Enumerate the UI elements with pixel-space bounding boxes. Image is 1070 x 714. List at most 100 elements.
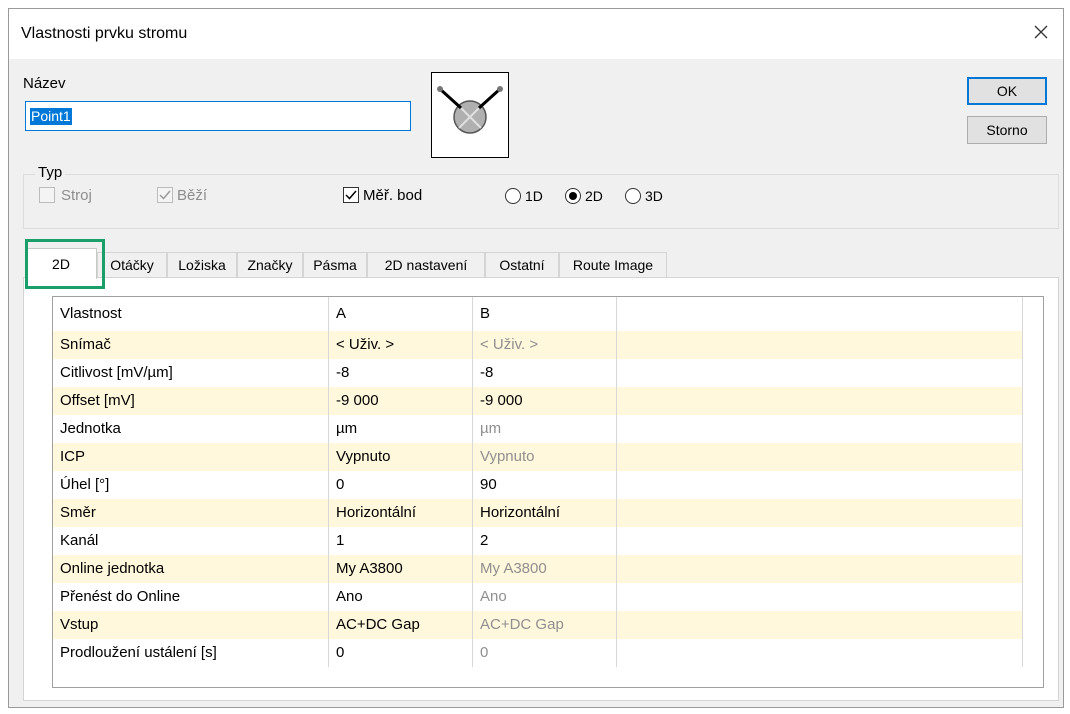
value-a-cell[interactable]: My A3800 (329, 555, 473, 583)
table-row: Přenést do Online Ano Ano (53, 583, 1023, 611)
table-row: ICP Vypnuto Vypnuto (53, 443, 1023, 471)
value-b-cell[interactable]: AC+DC Gap (473, 611, 617, 639)
value-b-cell[interactable]: 0 (473, 639, 617, 667)
radio-1d[interactable] (505, 188, 521, 204)
radio-1d-label: 1D (525, 188, 543, 204)
cancel-button[interactable]: Storno (967, 116, 1047, 144)
table-row: Vstup AC+DC Gap AC+DC Gap (53, 611, 1023, 639)
value-b-cell[interactable]: My A3800 (473, 555, 617, 583)
tab-2d-nastaveni[interactable]: 2D nastavení (367, 252, 485, 278)
bezi-checkbox[interactable] (157, 187, 173, 203)
name-label: Název (23, 75, 66, 92)
header-empty (617, 297, 1023, 331)
property-name-cell: Offset [mV] (53, 387, 329, 415)
properties-dialog: Vlastnosti prvku stromu Název Point1 OK … (8, 8, 1064, 708)
property-name-cell: Kanál (53, 527, 329, 555)
property-name-cell: Směr (53, 499, 329, 527)
radio-3d-label: 3D (645, 188, 663, 204)
table-row: Úhel [°] 0 90 (53, 471, 1023, 499)
table-row: Snímač < Uživ. > < Uživ. > (53, 331, 1023, 359)
value-a-cell[interactable]: 0 (329, 639, 473, 667)
window-title: Vlastnosti prvku stromu (21, 25, 188, 42)
annotation-highlight-box (25, 239, 105, 289)
empty-cell (617, 415, 1023, 443)
empty-cell (617, 387, 1023, 415)
tab-ostatni[interactable]: Ostatní (485, 252, 559, 278)
table-row: Offset [mV] -9 000 -9 000 (53, 387, 1023, 415)
empty-cell (617, 331, 1023, 359)
empty-cell (617, 359, 1023, 387)
value-a-cell[interactable]: AC+DC Gap (329, 611, 473, 639)
value-a-cell[interactable]: -8 (329, 359, 473, 387)
empty-cell (617, 471, 1023, 499)
title-bar: Vlastnosti prvku stromu (9, 9, 1063, 59)
empty-cell (617, 527, 1023, 555)
table-row: Online jednotka My A3800 My A3800 (53, 555, 1023, 583)
header-vlastnost: Vlastnost (53, 297, 329, 331)
property-name-cell: Vstup (53, 611, 329, 639)
type-group-label: Typ (35, 164, 66, 181)
tab-panel-2d: Vlastnost A B Snímač < Uživ. > < Uživ. > Ci… (23, 277, 1059, 701)
tab-route-image[interactable]: Route Image (559, 252, 667, 278)
property-name-cell: Prodloužení ustálení [s] (53, 639, 329, 667)
value-a-cell[interactable]: 1 (329, 527, 473, 555)
stroj-checkbox[interactable] (39, 187, 55, 203)
table-row: Směr Horizontální Horizontální (53, 499, 1023, 527)
checkmark-icon (345, 190, 357, 200)
property-name-cell: Jednotka (53, 415, 329, 443)
header-b: B (473, 297, 617, 331)
name-input[interactable]: Point1 (25, 101, 411, 131)
empty-cell (617, 555, 1023, 583)
properties-grid: Vlastnost A B Snímač < Uživ. > < Uživ. > Ci… (52, 296, 1044, 688)
property-name-cell: Úhel [°] (53, 471, 329, 499)
property-name-cell: Snímač (53, 331, 329, 359)
property-name-cell: ICP (53, 443, 329, 471)
value-b-cell[interactable]: 2 (473, 527, 617, 555)
grid-header-row: Vlastnost A B (53, 297, 1023, 332)
empty-cell (617, 583, 1023, 611)
value-b-cell[interactable]: µm (473, 415, 617, 443)
empty-cell (617, 639, 1023, 667)
tab-znacky[interactable]: Značky (237, 252, 303, 278)
value-b-cell[interactable]: Ano (473, 583, 617, 611)
value-a-cell[interactable]: Ano (329, 583, 473, 611)
value-a-cell[interactable]: 0 (329, 471, 473, 499)
value-a-cell[interactable]: -9 000 (329, 387, 473, 415)
value-b-cell[interactable]: Horizontální (473, 499, 617, 527)
value-a-cell[interactable]: µm (329, 415, 473, 443)
property-name-cell: Citlivost [mV/µm] (53, 359, 329, 387)
point-type-icon-box (431, 72, 509, 158)
radio-3d[interactable] (625, 188, 641, 204)
tab-loziska[interactable]: Ložiska (167, 252, 237, 278)
property-name-cell: Přenést do Online (53, 583, 329, 611)
stroj-label: Stroj (61, 187, 92, 204)
property-name-cell: Online jednotka (53, 555, 329, 583)
empty-cell (617, 499, 1023, 527)
name-input-value: Point1 (30, 108, 72, 125)
value-b-cell[interactable]: < Uživ. > (473, 331, 617, 359)
checkmark-icon (159, 190, 171, 200)
empty-cell (617, 611, 1023, 639)
table-row: Kanál 1 2 (53, 527, 1023, 555)
radio-2d[interactable] (565, 188, 581, 204)
table-row: Jednotka µm µm (53, 415, 1023, 443)
header-a: A (329, 297, 473, 331)
value-b-cell[interactable]: 90 (473, 471, 617, 499)
value-a-cell[interactable]: Horizontální (329, 499, 473, 527)
tab-pasma[interactable]: Pásma (303, 252, 367, 278)
value-b-cell[interactable]: Vypnuto (473, 443, 617, 471)
table-row: Prodloužení ustálení [s] 0 0 (53, 639, 1023, 667)
mer-bod-checkbox[interactable] (343, 187, 359, 203)
table-row: Citlivost [mV/µm] -8 -8 (53, 359, 1023, 387)
value-b-cell[interactable]: -9 000 (473, 387, 617, 415)
value-a-cell[interactable]: < Uživ. > (329, 331, 473, 359)
value-a-cell[interactable]: Vypnuto (329, 443, 473, 471)
measurement-point-icon (437, 86, 503, 134)
ok-button[interactable]: OK (967, 77, 1047, 105)
tab-otacky[interactable]: Otáčky (97, 252, 167, 278)
close-icon[interactable] (1029, 20, 1053, 44)
radio-2d-label: 2D (585, 188, 603, 204)
empty-cell (617, 443, 1023, 471)
bezi-label: Běží (177, 187, 208, 204)
value-b-cell[interactable]: -8 (473, 359, 617, 387)
